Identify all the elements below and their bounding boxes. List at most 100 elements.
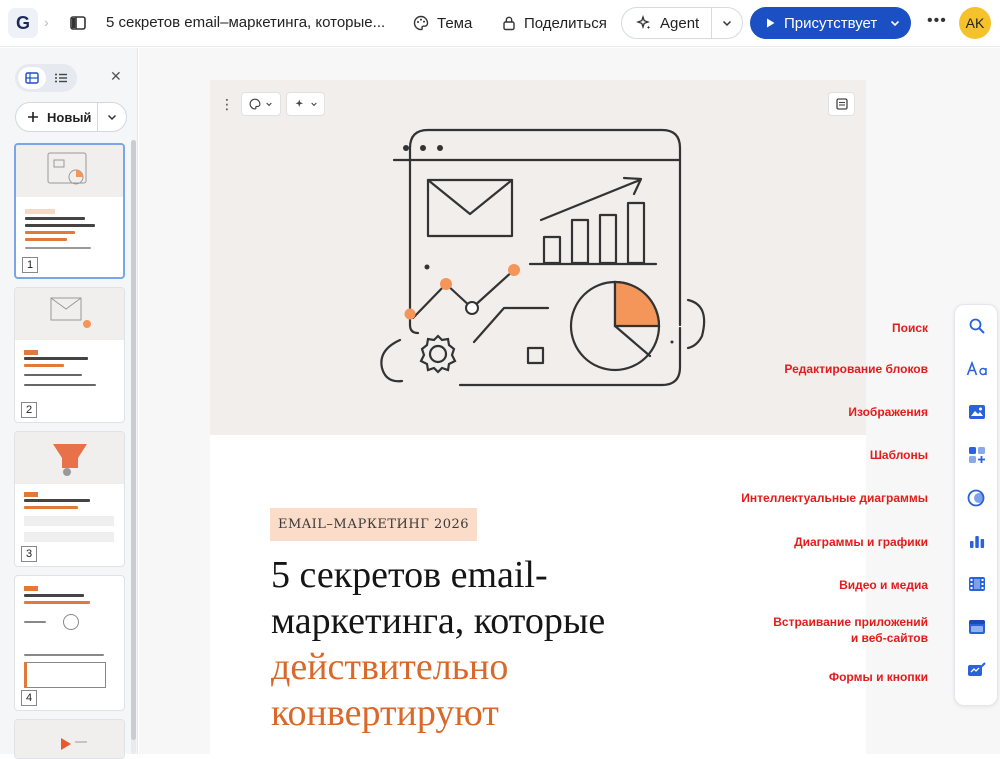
present-dropdown[interactable] bbox=[880, 17, 910, 29]
agent-label: Agent bbox=[660, 14, 700, 32]
new-slide-button-group: Новый bbox=[15, 102, 127, 132]
scrollbar-thumb[interactable] bbox=[131, 140, 136, 740]
card-layout-button[interactable] bbox=[828, 92, 855, 116]
view-toggle bbox=[15, 64, 77, 92]
more-options-icon[interactable]: ••• bbox=[927, 12, 947, 30]
images-button[interactable] bbox=[966, 401, 988, 423]
slides-panel: ✕ Новый 1 2 3 4 bbox=[0, 48, 138, 759]
marketing-illustration bbox=[380, 128, 706, 387]
smart-diagrams-button[interactable] bbox=[966, 487, 988, 509]
slide-number: 2 bbox=[21, 402, 37, 418]
theme-label: Тема bbox=[437, 14, 473, 32]
charts-button[interactable] bbox=[966, 530, 988, 552]
headline-line-2: маркетинга, которые bbox=[271, 600, 606, 642]
sparkle-icon bbox=[295, 99, 303, 107]
document-title[interactable]: 5 секретов email–маркетинга, которые... bbox=[106, 14, 385, 31]
menu-label-embed: Встраивание приложений и веб-сайтов bbox=[773, 614, 928, 646]
thumbnail-image bbox=[15, 720, 124, 758]
embed-button[interactable] bbox=[966, 616, 988, 638]
form-icon bbox=[968, 662, 986, 676]
avatar[interactable]: AK bbox=[959, 7, 991, 39]
headline-line-1: 5 секретов email- bbox=[271, 554, 548, 596]
agent-button-group: Agent bbox=[621, 7, 743, 39]
chevron-down-icon bbox=[107, 114, 116, 121]
ai-edit-button[interactable] bbox=[286, 92, 325, 116]
menu-label-block-edit: Редактирование блоков bbox=[784, 362, 928, 376]
menu-label-charts: Диаграммы и графики bbox=[794, 535, 928, 549]
chevron-down-icon bbox=[266, 102, 272, 107]
app-logo[interactable]: G bbox=[8, 8, 38, 38]
thumbnail-image bbox=[15, 432, 124, 484]
smart-diagram-icon bbox=[967, 489, 985, 507]
sidebar-toggle-icon[interactable] bbox=[69, 14, 87, 32]
templates-icon bbox=[969, 447, 985, 463]
search-icon bbox=[969, 318, 985, 334]
layout-icon bbox=[835, 98, 848, 110]
present-label: Присутствует bbox=[784, 14, 878, 32]
sparkle-icon bbox=[636, 15, 651, 30]
menu-label-templates: Шаблоны bbox=[869, 448, 928, 462]
menu-label-forms: Формы и кнопки bbox=[828, 670, 928, 684]
grid-view-button[interactable] bbox=[18, 67, 46, 89]
theme-button[interactable]: Тема bbox=[413, 12, 472, 34]
slide-thumbnail-4[interactable]: 4 bbox=[14, 575, 125, 711]
palette-icon bbox=[413, 15, 429, 31]
lock-icon bbox=[503, 16, 515, 31]
chevron-down-icon bbox=[890, 20, 900, 27]
menu-label-embed-line2: и веб-сайтов bbox=[850, 631, 928, 645]
slide-number: 4 bbox=[21, 690, 37, 706]
new-slide-button[interactable]: Новый bbox=[16, 110, 97, 125]
chevron-down-icon bbox=[310, 102, 317, 107]
slide-thumbnail-3[interactable]: 3 bbox=[14, 431, 125, 567]
list-icon bbox=[55, 73, 67, 83]
chevron-down-icon bbox=[723, 20, 732, 27]
text-edit-icon bbox=[966, 360, 987, 376]
chevron-right-icon: › bbox=[44, 14, 49, 30]
slide-headline[interactable]: 5 секретов email- маркетинга, которые де… bbox=[271, 552, 721, 736]
slide-thumbnail-1[interactable]: 1 bbox=[14, 143, 125, 279]
video-button[interactable] bbox=[966, 573, 988, 595]
play-icon bbox=[767, 18, 775, 28]
card-style-button[interactable] bbox=[241, 92, 281, 116]
logo-letter: G bbox=[15, 12, 30, 33]
menu-label-search: Поиск bbox=[891, 321, 928, 335]
menu-label-embed-line1: Встраивание приложений bbox=[773, 615, 928, 629]
video-icon bbox=[969, 577, 985, 591]
headline-line-4: конвертируют bbox=[271, 692, 499, 734]
share-label: Поделиться bbox=[524, 14, 607, 32]
menu-label-video: Видео и медиа bbox=[839, 578, 928, 592]
list-view-button[interactable] bbox=[48, 67, 74, 89]
forms-button[interactable] bbox=[966, 659, 988, 681]
text-block-button[interactable] bbox=[966, 358, 988, 380]
new-slide-dropdown[interactable] bbox=[98, 111, 126, 123]
insert-toolbar bbox=[954, 304, 998, 706]
slide-number: 3 bbox=[21, 546, 37, 562]
slide-tag[interactable]: EMAIL–МАРКЕТИНГ 2026 bbox=[270, 508, 477, 541]
image-icon bbox=[969, 405, 985, 419]
block-menu-icon[interactable]: ⋮ bbox=[218, 92, 236, 116]
present-button-group: Присутствует bbox=[750, 7, 911, 39]
slides-grid-icon bbox=[25, 72, 39, 84]
thumbnail-image bbox=[15, 288, 124, 340]
present-button[interactable]: Присутствует bbox=[750, 15, 880, 32]
menu-label-images: Изображения bbox=[848, 405, 928, 419]
agent-dropdown[interactable] bbox=[712, 17, 742, 29]
plus-icon bbox=[28, 112, 38, 122]
menu-label-smart-diagrams: Интеллектуальные диаграммы bbox=[741, 491, 928, 505]
top-bar: G › 5 секретов email–маркетинга, которые… bbox=[0, 0, 1000, 47]
slide-thumbnail-2[interactable]: 2 bbox=[14, 287, 125, 423]
avatar-initials: AK bbox=[965, 15, 985, 31]
slide-number: 1 bbox=[22, 257, 38, 273]
share-button[interactable]: Поделиться bbox=[502, 12, 607, 34]
search-button[interactable] bbox=[966, 315, 988, 337]
thumbnail-image bbox=[16, 145, 123, 197]
headline-line-3: действительно bbox=[271, 646, 509, 688]
hero-illustration[interactable] bbox=[210, 80, 866, 435]
bar-chart-icon bbox=[970, 536, 985, 548]
close-icon[interactable]: ✕ bbox=[110, 68, 122, 85]
slides-scrollbar[interactable] bbox=[131, 140, 136, 754]
slide-thumbnail-5[interactable] bbox=[14, 719, 125, 759]
new-slide-label: Новый bbox=[47, 109, 92, 125]
agent-button[interactable]: Agent bbox=[622, 15, 711, 32]
templates-button[interactable] bbox=[966, 444, 988, 466]
